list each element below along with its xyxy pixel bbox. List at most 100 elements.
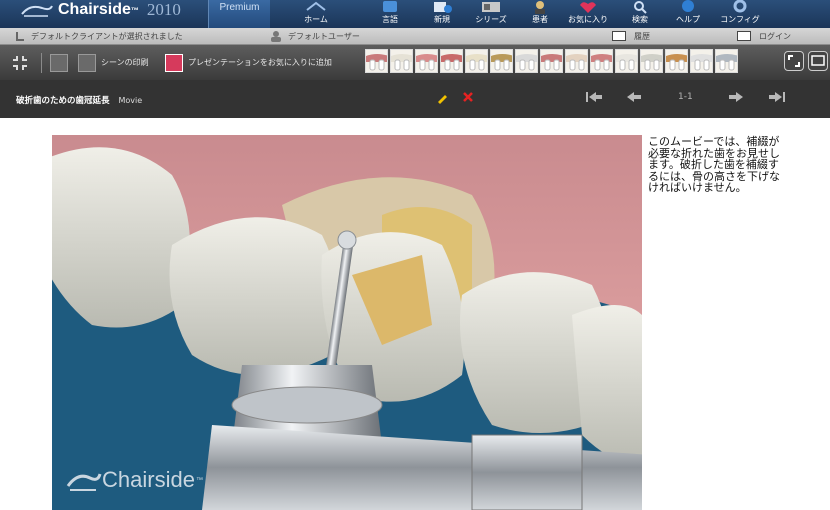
printer-icon <box>78 53 96 72</box>
scene-thumbnail[interactable] <box>665 49 688 73</box>
scene-thumbnail[interactable] <box>690 49 713 73</box>
scene-thumbnail[interactable] <box>415 49 438 73</box>
thumbnail-image <box>516 50 537 72</box>
thumbnail-image <box>391 50 412 72</box>
patient-info-button[interactable] <box>50 45 73 80</box>
edition-badge: Premium <box>208 0 270 28</box>
scene-thumbnail[interactable] <box>615 49 638 73</box>
scene-thumbnail[interactable] <box>540 49 563 73</box>
chair-icon <box>16 31 24 41</box>
add-favorite-button[interactable]: プレゼンテーションをお気に入りに追加 <box>165 45 332 80</box>
nav-new[interactable]: 新規 <box>414 0 470 28</box>
scene-thumbnail[interactable] <box>440 49 463 73</box>
edit-button[interactable] <box>436 92 448 106</box>
document-icon <box>50 53 68 72</box>
scene-thumbnail[interactable] <box>490 49 513 73</box>
movie-title: 破折歯のための歯冠延長 Movie <box>16 94 142 106</box>
movie-description: このムービーでは、補綴が必要な折れた歯をお見せします。破折した歯を補綴するには、… <box>648 135 780 194</box>
patient-icon <box>535 1 545 14</box>
watermark-trademark: ™ <box>195 476 203 484</box>
thumbnail-image <box>441 50 462 72</box>
scene-thumbnail[interactable] <box>715 49 738 73</box>
movie-player[interactable]: Chairside ™ <box>52 135 642 510</box>
status-bar: デフォルトクライアントが選択されました デフォルトユーザー 履歴 ログイン <box>0 28 830 45</box>
login-label: ログイン <box>759 31 791 41</box>
nav-home-label: ホーム <box>304 15 328 24</box>
add-favorite-label: プレゼンテーションをお気に入りに追加 <box>188 58 332 67</box>
arrow-right-icon <box>729 92 743 102</box>
favorites-icon <box>580 2 596 13</box>
chairside-watermark: Chairside ™ <box>66 467 203 493</box>
watermark-chair-icon <box>66 473 102 491</box>
present-button[interactable] <box>808 51 828 71</box>
history-label: 履歴 <box>634 31 650 41</box>
nav-help[interactable]: ヘルプ <box>660 0 716 28</box>
thumbnail-image <box>541 50 562 72</box>
thumbnail-image <box>491 50 512 72</box>
scene-thumbnail[interactable] <box>365 49 388 73</box>
dental-animation-frame <box>52 135 642 510</box>
help-icon <box>682 0 694 12</box>
arrow-left-icon <box>627 92 641 102</box>
home-icon <box>306 1 326 11</box>
nav-series[interactable]: シリーズ <box>463 0 519 28</box>
thumbnail-image <box>416 50 437 72</box>
series-icon <box>482 2 500 12</box>
nav-language[interactable]: 言語 <box>362 0 418 28</box>
thumbnail-image <box>466 50 487 72</box>
movie-title-bar: 破折歯のための歯冠延長 Movie 1-1 <box>0 80 830 118</box>
presentation-icon <box>811 55 825 66</box>
search-icon <box>634 1 647 14</box>
dental-chair-icon <box>21 5 53 17</box>
thumbnail-image <box>641 50 662 72</box>
scene-thumbnail[interactable] <box>390 49 413 73</box>
app-name: Chairside <box>58 1 131 18</box>
nav-favorites[interactable]: お気に入り <box>560 0 616 28</box>
collapse-icon <box>13 55 27 70</box>
expand-icon <box>788 55 800 67</box>
nav-language-label: 言語 <box>382 15 398 24</box>
nav-home[interactable]: ホーム <box>288 0 344 28</box>
nav-config[interactable]: コンフィグ <box>712 0 768 28</box>
login-button[interactable]: ログイン <box>737 28 791 44</box>
top-navigation-bar: Chairside ™ 2010 Premium ホーム 言語 新規 シリーズ … <box>0 0 830 28</box>
scene-thumbnail[interactable] <box>640 49 663 73</box>
thumbnail-image <box>616 50 637 72</box>
user-status-text: デフォルトユーザー <box>288 31 360 41</box>
scene-thumbnail[interactable] <box>515 49 538 73</box>
app-year: 2010 <box>146 0 181 19</box>
watermark-text: Chairside <box>102 467 195 492</box>
client-status-text: デフォルトクライアントが選択されました <box>31 31 183 41</box>
history-button[interactable]: 履歴 <box>612 28 650 44</box>
skip-forward-icon <box>769 92 785 102</box>
nav-favorites-label: お気に入り <box>568 15 608 24</box>
app-logo: Chairside ™ 2010 <box>20 0 181 20</box>
close-icon <box>463 92 473 102</box>
scene-thumbnail[interactable] <box>465 49 488 73</box>
user-status[interactable]: デフォルトユーザー <box>270 28 360 44</box>
thumbnail-image <box>666 50 687 72</box>
client-status[interactable]: デフォルトクライアントが選択されました <box>16 28 183 44</box>
last-page-button[interactable] <box>768 90 786 108</box>
scene-thumbnail[interactable] <box>565 49 588 73</box>
movie-title-text: 破折歯のための歯冠延長 <box>16 96 110 106</box>
toolbar-divider <box>41 53 42 73</box>
print-scene-label: シーンの印刷 <box>101 58 149 67</box>
nav-new-label: 新規 <box>434 15 450 24</box>
thumbnail-image <box>716 50 737 72</box>
pencil-icon <box>438 95 447 104</box>
skip-back-icon <box>586 92 602 102</box>
print-scene-button[interactable]: シーンの印刷 <box>78 45 149 80</box>
user-icon <box>271 31 281 42</box>
config-icon <box>733 0 747 13</box>
next-page-button[interactable] <box>728 90 744 108</box>
delete-button[interactable] <box>463 92 473 106</box>
language-icon <box>383 1 397 12</box>
expand-button[interactable] <box>784 51 804 71</box>
thumbnail-image <box>366 50 387 72</box>
previous-page-button[interactable] <box>626 90 642 108</box>
scene-thumbnail[interactable] <box>590 49 613 73</box>
first-page-button[interactable] <box>585 90 603 108</box>
fullscreen-toggle[interactable] <box>10 45 30 80</box>
new-icon <box>434 2 452 13</box>
